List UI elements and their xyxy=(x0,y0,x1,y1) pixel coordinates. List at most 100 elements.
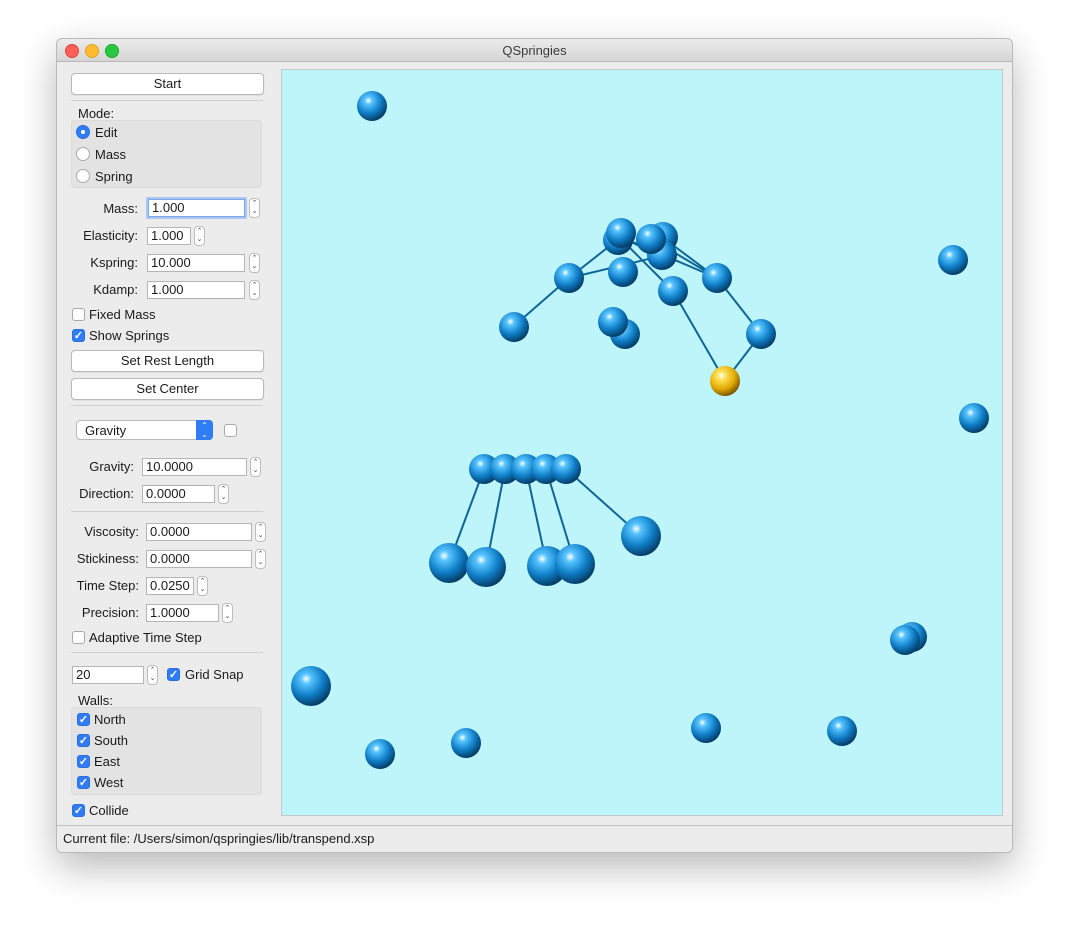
time-step-label: Time Step: xyxy=(76,578,139,593)
time-step-input[interactable]: 0.0250 xyxy=(146,577,194,595)
status-bar: Current file: /Users/simon/qspringies/li… xyxy=(57,825,1012,852)
spring[interactable] xyxy=(672,290,726,382)
mass[interactable] xyxy=(890,625,920,655)
selected-mass[interactable] xyxy=(710,366,740,396)
mass[interactable] xyxy=(608,257,638,287)
precision-label: Precision: xyxy=(81,605,139,620)
time-step-stepper[interactable]: ⌃ ⌄ xyxy=(197,576,208,596)
force-select[interactable]: Gravity ⌃ ⌄ xyxy=(76,420,213,440)
wall-south-label[interactable]: South xyxy=(94,733,128,748)
mass-label: Mass: xyxy=(103,201,138,216)
simulation-view[interactable] xyxy=(282,70,1002,815)
fixed-mass-label[interactable]: Fixed Mass xyxy=(89,307,155,322)
wall-east-checkbox[interactable]: ✓ xyxy=(77,755,90,768)
separator xyxy=(71,405,263,406)
mode-edit-radio[interactable] xyxy=(76,125,90,139)
mass[interactable] xyxy=(746,319,776,349)
mass[interactable] xyxy=(959,403,989,433)
title-bar[interactable]: QSpringies xyxy=(57,39,1012,62)
grid-size-stepper[interactable]: ⌃ ⌄ xyxy=(147,665,158,685)
direction-input[interactable]: 0.0000 xyxy=(142,485,215,503)
direction-stepper[interactable]: ⌃ ⌄ xyxy=(218,484,229,504)
masses-layer xyxy=(291,91,989,769)
mass[interactable] xyxy=(598,307,628,337)
viscosity-input[interactable]: 0.0000 xyxy=(146,523,252,541)
mass[interactable] xyxy=(555,544,595,584)
gravity-input[interactable]: 10.0000 xyxy=(142,458,247,476)
mass-input[interactable]: 1.000 xyxy=(148,199,245,217)
mode-spring-label[interactable]: Spring xyxy=(95,169,133,184)
force-select-value: Gravity xyxy=(85,423,127,438)
stickiness-stepper[interactable]: ⌃ ⌄ xyxy=(255,549,266,569)
mass[interactable] xyxy=(365,739,395,769)
gravity-stepper[interactable]: ⌃ ⌄ xyxy=(250,457,261,477)
mode-mass-radio[interactable] xyxy=(76,147,90,161)
kdamp-label: Kdamp: xyxy=(93,282,138,297)
mode-label: Mode: xyxy=(78,106,115,121)
mass[interactable] xyxy=(429,543,469,583)
elasticity-input[interactable]: 1.000 xyxy=(147,227,191,245)
mass[interactable] xyxy=(658,276,688,306)
fixed-mass-checkbox[interactable] xyxy=(72,308,85,321)
wall-west-checkbox[interactable]: ✓ xyxy=(77,776,90,789)
mass-stepper[interactable]: ⌃ ⌄ xyxy=(249,198,260,218)
wall-south-checkbox[interactable]: ✓ xyxy=(77,734,90,747)
adaptive-time-step-checkbox[interactable] xyxy=(72,631,85,644)
mass[interactable] xyxy=(636,224,666,254)
show-springs-label[interactable]: Show Springs xyxy=(89,328,169,343)
direction-label: Direction: xyxy=(79,486,134,501)
mass[interactable] xyxy=(691,713,721,743)
mass[interactable] xyxy=(938,245,968,275)
force-enabled-checkbox[interactable] xyxy=(224,424,237,437)
elasticity-label: Elasticity: xyxy=(83,228,138,243)
kspring-stepper[interactable]: ⌃ ⌄ xyxy=(249,253,260,273)
kdamp-input[interactable]: 1.000 xyxy=(147,281,245,299)
adaptive-time-step-label[interactable]: Adaptive Time Step xyxy=(89,630,202,645)
mass[interactable] xyxy=(702,263,732,293)
gravity-label: Gravity: xyxy=(89,459,134,474)
mode-edit-label[interactable]: Edit xyxy=(95,125,117,140)
grid-size-input[interactable]: 20 xyxy=(72,666,144,684)
mass[interactable] xyxy=(499,312,529,342)
chevron-updown-icon: ⌃ ⌄ xyxy=(196,420,213,440)
walls-label: Walls: xyxy=(78,693,113,708)
start-button[interactable]: Start xyxy=(71,73,264,95)
mass[interactable] xyxy=(827,716,857,746)
separator xyxy=(71,652,263,653)
stickiness-input[interactable]: 0.0000 xyxy=(146,550,252,568)
app-window: QSpringies Start Mode: Edit Mass Spring … xyxy=(56,38,1013,853)
wall-west-label[interactable]: West xyxy=(94,775,123,790)
wall-east-label[interactable]: East xyxy=(94,754,120,769)
collide-checkbox[interactable]: ✓ xyxy=(72,804,85,817)
grid-snap-checkbox[interactable]: ✓ xyxy=(167,668,180,681)
elasticity-stepper[interactable]: ⌃ ⌄ xyxy=(194,226,205,246)
wall-north-checkbox[interactable]: ✓ xyxy=(77,713,90,726)
separator xyxy=(71,100,263,101)
mass[interactable] xyxy=(466,547,506,587)
precision-input[interactable]: 1.0000 xyxy=(146,604,219,622)
kspring-input[interactable]: 10.000 xyxy=(147,254,245,272)
show-springs-checkbox[interactable]: ✓ xyxy=(72,329,85,342)
mass[interactable] xyxy=(357,91,387,121)
set-center-button[interactable]: Set Center xyxy=(71,378,264,400)
mode-mass-label[interactable]: Mass xyxy=(95,147,126,162)
separator xyxy=(71,511,263,512)
kspring-label: Kspring: xyxy=(90,255,138,270)
mass[interactable] xyxy=(554,263,584,293)
precision-stepper[interactable]: ⌃ ⌄ xyxy=(222,603,233,623)
current-file-status: Current file: /Users/simon/qspringies/li… xyxy=(63,831,375,846)
mass[interactable] xyxy=(291,666,331,706)
stickiness-label: Stickiness: xyxy=(76,551,139,566)
kdamp-stepper[interactable]: ⌃ ⌄ xyxy=(249,280,260,300)
mass[interactable] xyxy=(451,728,481,758)
mass[interactable] xyxy=(621,516,661,556)
collide-label[interactable]: Collide xyxy=(89,803,129,818)
mass[interactable] xyxy=(551,454,581,484)
wall-north-label[interactable]: North xyxy=(94,712,126,727)
simulation-canvas[interactable] xyxy=(281,69,1003,816)
grid-snap-label[interactable]: Grid Snap xyxy=(185,667,244,682)
viscosity-stepper[interactable]: ⌃ ⌄ xyxy=(255,522,266,542)
mass[interactable] xyxy=(606,218,636,248)
set-rest-length-button[interactable]: Set Rest Length xyxy=(71,350,264,372)
mode-spring-radio[interactable] xyxy=(76,169,90,183)
